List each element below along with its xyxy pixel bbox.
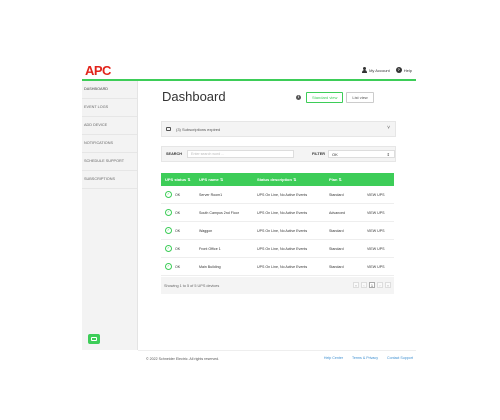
view-ups-button[interactable]: VIEW UPS [367,193,394,197]
top-header: APC My Account ? Help [82,64,416,81]
header-ups-status[interactable]: UPS status ⇅ [161,177,199,182]
status-cell: ✓ OK [161,209,199,216]
sidebar-item-dashboard[interactable]: DASHBOARD [82,81,137,99]
header-plan[interactable]: Plan ⇅ [329,177,367,182]
view-ups-button[interactable]: VIEW UPS [367,229,394,233]
sidebar-item-schedule-support[interactable]: SCHEDULE SUPPORT [82,153,137,171]
chat-icon[interactable] [88,334,100,344]
next-page-button[interactable]: › [377,282,383,288]
my-account-label: My Account [369,67,390,73]
page-1-button[interactable]: 1 [369,282,375,288]
sidebar-item-add-device[interactable]: ADD DEVICE [82,117,137,135]
status-cell: ✓ OK [161,245,199,252]
subscription-alert[interactable]: (3) Subscriptions expired ˅ [161,121,396,137]
apc-logo[interactable]: APC [85,64,111,77]
sidebar-item-subscriptions[interactable]: SUBSCRIPTIONS [82,171,137,189]
table-row: ✓ OK Waggon UPS On Line, No Active Events… [161,222,394,240]
list-view-button[interactable]: List view [346,92,374,103]
plan: Standard [329,192,344,197]
status-cell: ✓ OK [161,191,199,198]
status-text: OK [175,210,181,215]
help-label: Help [403,67,412,73]
monitor-icon [166,127,171,131]
sidebar: DASHBOARD EVENT LOGS ADD DEVICE NOTIFICA… [82,81,138,350]
table-row: ✓ OK Front Office 1 UPS On Line, No Activ… [161,240,394,258]
check-circle-icon: ✓ [165,263,172,270]
chevron-down-icon[interactable]: ˅ [387,125,390,131]
ups-name: Waggon [199,228,213,233]
pagination: « ‹ 1 › » [353,282,391,288]
first-page-button[interactable]: « [353,282,359,288]
ups-name: Main Building [199,264,221,269]
table-row: ✓ OK Server Room1 UPS On Line, No Active … [161,186,394,204]
sidebar-item-notifications[interactable]: NOTIFICATIONS [82,135,137,153]
filter-value: OK [332,152,338,157]
help-icon: ? [395,67,402,73]
header-actions: My Account ? Help [362,67,412,73]
view-ups-button[interactable]: VIEW UPS [367,247,394,251]
page-title: Dashboard [162,89,226,104]
search-filter-bar: SEARCH FILTER OK ⇕ [161,146,396,162]
status-text: OK [175,246,181,251]
showing-count: Showing 1 to 5 of 5 UPS devices [164,283,220,288]
status-text: OK [175,264,181,269]
view-ups-button[interactable]: VIEW UPS [367,211,394,215]
search-label: SEARCH [166,152,183,156]
check-circle-icon: ✓ [165,209,172,216]
app-window: APC My Account ? Help DASHBOARD EVENT LO… [82,64,416,366]
status-description: UPS On Line, No Active Events [257,228,308,233]
status-description: UPS On Line, No Active Events [257,264,308,269]
status-description: UPS On Line, No Active Events [257,210,308,215]
page-footer: © 2022 Schneider Electric. All rights re… [138,350,416,367]
last-page-button[interactable]: » [385,282,391,288]
header-ups-name[interactable]: UPS name ⇅ [199,177,257,182]
user-icon [362,67,368,73]
status-cell: ✓ OK [161,263,199,270]
ups-name: South Campus 2nd Floor [199,210,239,215]
contact-support-link[interactable]: Contact Support [387,356,413,360]
plan: Standard [329,246,344,251]
table-row: ✓ OK Main Building UPS On Line, No Active… [161,258,394,276]
plan: Standard [329,264,344,269]
check-circle-icon: ✓ [165,227,172,234]
plan: Standard [329,228,344,233]
status-description: UPS On Line, No Active Events [257,192,308,197]
main-content: Dashboard i Standard view List view (3) … [138,81,416,350]
my-account-button[interactable]: My Account [362,67,390,73]
standard-view-button[interactable]: Standard view [306,92,344,103]
info-icon[interactable]: i [296,95,301,100]
table-header: UPS status ⇅ UPS name ⇅ Status descripti… [161,173,394,186]
filter-select[interactable]: OK ⇕ [328,150,396,158]
header-status-description[interactable]: Status description ⇅ [257,177,329,182]
search-input[interactable] [187,150,295,158]
view-ups-button[interactable]: VIEW UPS [367,265,394,269]
select-caret-icon: ⇕ [386,152,391,157]
alert-text: (3) Subscriptions expired [176,126,221,132]
check-circle-icon: ✓ [165,191,172,198]
table-footer: Showing 1 to 5 of 5 UPS devices « ‹ 1 › … [161,277,394,294]
status-cell: ✓ OK [161,227,199,234]
status-text: OK [175,192,181,197]
filter-label: FILTER [312,152,326,156]
status-text: OK [175,228,181,233]
footer-links: Help Center Terms & Privacy Contact Supp… [324,356,413,360]
prev-page-button[interactable]: ‹ [361,282,367,288]
status-description: UPS On Line, No Active Events [257,246,308,251]
help-button[interactable]: ? Help [395,67,412,73]
ups-table: UPS status ⇅ UPS name ⇅ Status descripti… [161,173,394,276]
plan: Advanced [329,210,345,215]
copyright-text: © 2022 Schneider Electric. All rights re… [146,357,220,361]
help-center-link[interactable]: Help Center [324,356,343,360]
sidebar-item-event-logs[interactable]: EVENT LOGS [82,99,137,117]
terms-privacy-link[interactable]: Terms & Privacy [352,356,378,360]
ups-name: Front Office 1 [199,246,221,251]
ups-name: Server Room1 [199,192,223,197]
table-row: ✓ OK South Campus 2nd Floor UPS On Line, … [161,204,394,222]
view-toggle: i Standard view List view [296,92,374,103]
check-circle-icon: ✓ [165,245,172,252]
